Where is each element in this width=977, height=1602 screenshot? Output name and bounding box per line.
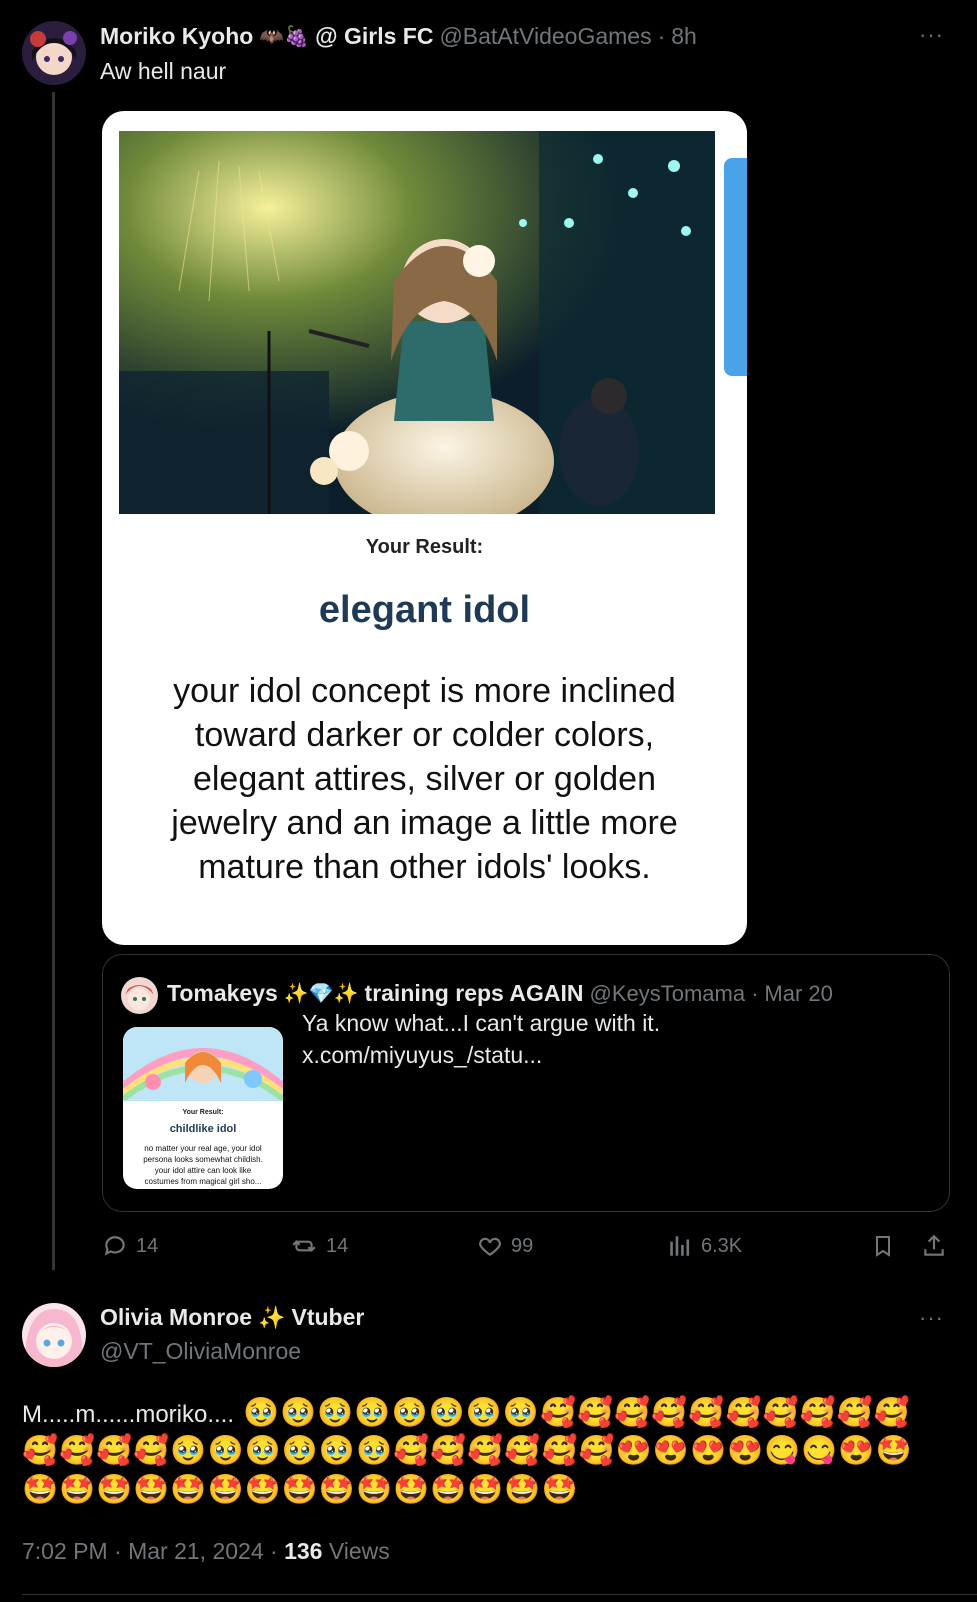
reply-emoji-line: 🤩🤩🤩🤩🤩🤩🤩🤩🤩🤩🤩🤩🤩🤩🤩 (22, 1474, 579, 1506)
reply-button[interactable]: 14 (102, 1233, 158, 1259)
quoted-separator: · (751, 980, 759, 1006)
quoted-author-avatar[interactable] (121, 977, 158, 1014)
thumbnail-description: no matter your real age, your idol perso… (123, 1143, 283, 1187)
reply-emoji-line: 🥰🥰🥰🥰🥹🥹🥹🥹🥹🥹🥰🥰🥰🥰🥰🥰😍😍😍😍😋😋😍🤩 (22, 1435, 913, 1467)
thumbnail-description-line: costumes from magical girl sho... (144, 1177, 262, 1186)
idol-illustration (119, 131, 715, 514)
author-name-emoji: 🦇🍇 (259, 25, 310, 48)
result-description-line: your idol concept is more inclined (173, 672, 676, 710)
result-heading: Your Result: (365, 536, 484, 558)
quoted-name-suffix: training reps AGAIN (364, 980, 584, 1006)
reply-name-suffix[interactable]: Vtuber (292, 1304, 365, 1331)
repost-count: 14 (326, 1234, 349, 1257)
quoted-link[interactable]: x.com/miyuyus_/statu... (302, 1039, 660, 1071)
reply-author-line: Olivia Monroe ✨ Vtuber (100, 1304, 364, 1331)
reply-name-emoji: ✨ (258, 1304, 286, 1330)
heart-icon (479, 1237, 501, 1256)
separator-dot: · (657, 22, 666, 49)
repost-button[interactable]: 14 (290, 1233, 348, 1259)
quoted-author-line: Tomakeys ✨💎✨ training reps AGAIN @KeysTo… (167, 980, 833, 1007)
share-icon (924, 1234, 944, 1256)
reply-timestamp[interactable]: 7:02 PM · Mar 21, 2024 · (22, 1538, 278, 1564)
bookmark-icon (876, 1236, 890, 1257)
result-description: your idol concept is more inclined towar… (102, 669, 747, 889)
thumbnail-description-line: persona looks somewhat childish. (143, 1155, 263, 1164)
reply-emoji-line: 🥹🥹🥹🥹🥹🥹🥹🥹🥰🥰🥰🥰🥰🥰🥰🥰🥰🥰 (243, 1397, 912, 1429)
thumbnail-result-heading: Your Result: (182, 1109, 224, 1116)
reply-meta: 7:02 PM · Mar 21, 2024 · 136 Views (22, 1538, 390, 1565)
author-handle[interactable]: @BatAtVideoGames (439, 23, 651, 50)
reply-more-options-button[interactable]: ··· (919, 1305, 944, 1331)
tweet-image-card[interactable]: Your Result: elegant idol your idol conc… (102, 111, 747, 945)
repost-icon (292, 1240, 316, 1252)
thumbnail-result-title: childlike idol (169, 1123, 237, 1135)
next-image-peek[interactable] (724, 158, 747, 376)
result-description-line: mature than other idols' looks. (198, 848, 651, 886)
quoted-thumbnail-art (123, 1027, 283, 1102)
thread-connector-line (52, 92, 55, 1270)
share-button[interactable] (921, 1233, 947, 1259)
more-options-button[interactable]: ··· (919, 22, 944, 48)
quoted-name-emoji: ✨💎✨ (283, 983, 359, 1005)
thumbnail-description-line: no matter your real age, your idol (144, 1144, 262, 1153)
like-button[interactable]: 99 (477, 1233, 533, 1259)
quoted-tweet[interactable]: Tomakeys ✨💎✨ training reps AGAIN @KeysTo… (102, 954, 950, 1212)
author-name-suffix[interactable]: @ Girls FC (315, 23, 433, 50)
result-title: elegant idol (318, 589, 531, 631)
author-avatar[interactable] (22, 21, 86, 85)
reply-count: 14 (136, 1234, 159, 1257)
quoted-handle: @KeysTomama (589, 980, 746, 1006)
bottom-divider (22, 1594, 977, 1595)
quoted-text-line: Ya know what...I can't argue with it. (302, 1010, 661, 1036)
reply-views-count: 136 (284, 1538, 323, 1564)
reply-icon (104, 1236, 125, 1256)
tweet-time[interactable]: 8h (671, 23, 697, 50)
quoted-thumbnail[interactable]: Your Result: childlike idol no matter yo… (123, 1027, 283, 1189)
tweet-author-line: Moriko Kyoho 🦇🍇 @ Girls FC @BatAtVideoGa… (100, 21, 697, 51)
reply-text-prefix: M.....m......moriko.... (22, 1401, 235, 1428)
result-description-line: jewelry and an image a little more (171, 804, 678, 842)
quoted-display-name: Tomakeys (167, 980, 278, 1006)
quoted-text: Ya know what...I can't argue with it. x.… (302, 1007, 660, 1071)
views-count: 6.3K (701, 1234, 743, 1257)
result-description-line: toward darker or colder colors, (194, 716, 655, 754)
quoted-date: Mar 20 (764, 980, 833, 1006)
result-description-line: elegant attires, silver or golden (192, 760, 657, 798)
reply-display-name[interactable]: Olivia Monroe (100, 1304, 252, 1331)
like-count: 99 (511, 1234, 534, 1257)
reply-views-label: Views (328, 1538, 390, 1564)
tweet-text: Aw hell naur (100, 58, 227, 84)
author-display-name[interactable]: Moriko Kyoho (100, 23, 253, 50)
thumbnail-description-line: your idol attire can look like (154, 1166, 252, 1175)
reply-handle[interactable]: @VT_OliviaMonroe (100, 1338, 301, 1365)
reply-author-avatar[interactable] (22, 1303, 86, 1367)
views-bar-chart-icon (670, 1236, 690, 1256)
bookmark-button[interactable] (871, 1233, 895, 1259)
reply-text-line: M.....m......moriko.... 🥹🥹🥹🥹🥹🥹🥹🥹🥰🥰🥰🥰🥰🥰🥰🥰… (22, 1394, 911, 1434)
views-button[interactable]: 6.3K (667, 1233, 742, 1259)
